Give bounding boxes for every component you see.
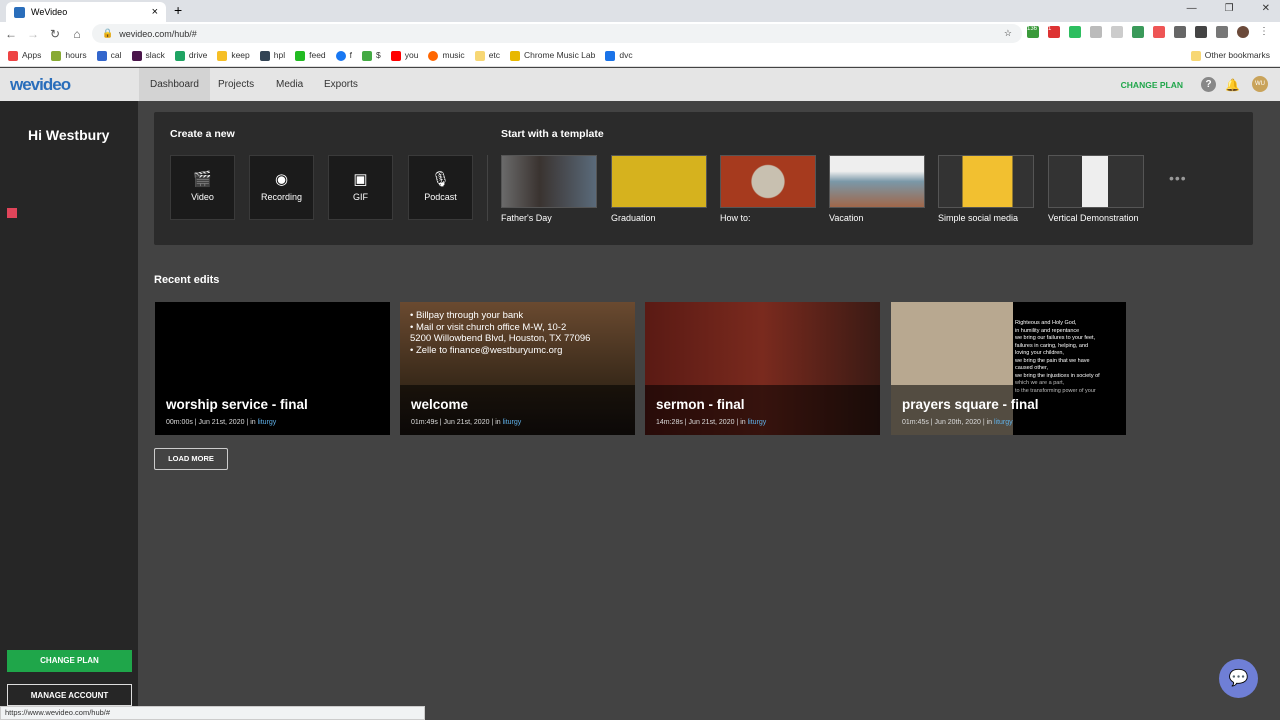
recent-edit-card[interactable]: sermon - final 14m:28s | Jun 21st, 2020 |… xyxy=(645,302,880,435)
forward-icon[interactable]: → xyxy=(22,27,44,41)
bookmark-item[interactable]: Apps xyxy=(8,50,41,61)
record-icon: ◉ xyxy=(274,171,289,188)
lock-icon: 🔒 xyxy=(102,28,114,38)
bookmark-item[interactable]: drive xyxy=(174,50,207,61)
tab-title: WeVideo xyxy=(31,7,68,17)
bookmark-item[interactable]: hours xyxy=(51,50,87,61)
create-recording-button[interactable]: ◉ Recording xyxy=(249,155,314,220)
more-templates-icon[interactable]: ••• xyxy=(1169,170,1187,186)
back-icon[interactable]: ← xyxy=(0,27,22,41)
extension-icon[interactable] xyxy=(1132,26,1144,38)
microphone-icon: 🎙 xyxy=(430,171,451,188)
folder-link[interactable]: liturgy xyxy=(503,419,522,426)
browser-tab[interactable]: WeVideo × xyxy=(6,2,166,22)
close-window-icon[interactable]: ✕ xyxy=(1262,3,1270,14)
greeting: Hi Westbury xyxy=(28,127,110,143)
bookmark-item[interactable]: feed xyxy=(295,50,326,61)
folder-link[interactable]: liturgy xyxy=(258,419,277,426)
notification-marker xyxy=(7,208,17,218)
restore-icon[interactable]: ❐ xyxy=(1225,3,1234,14)
extension-icon[interactable] xyxy=(1153,26,1165,38)
pocket-icon[interactable] xyxy=(1090,26,1102,38)
bookmark-item[interactable]: slack xyxy=(131,50,165,61)
template-how-to[interactable]: How to: xyxy=(720,155,816,223)
status-bar-url: https://www.wevideo.com/hub/# xyxy=(0,706,425,720)
template-vacation[interactable]: Vacation xyxy=(829,155,925,223)
url-bar[interactable]: 🔒 wevideo.com/hub/# ☆ xyxy=(92,24,1022,43)
bookmark-item[interactable]: keep xyxy=(217,50,250,61)
evernote-icon[interactable] xyxy=(1069,26,1081,38)
minimize-icon[interactable]: — xyxy=(1187,3,1197,14)
bookmark-item[interactable]: you xyxy=(390,50,418,61)
star-icon[interactable]: ☆ xyxy=(1004,28,1012,39)
folder-link[interactable]: liturgy xyxy=(748,419,767,426)
manage-account-button[interactable]: MANAGE ACCOUNT xyxy=(7,684,132,706)
nav-projects[interactable]: Projects xyxy=(207,68,265,101)
profile-avatar[interactable] xyxy=(1237,26,1249,38)
wevideo-logo[interactable]: wevideo xyxy=(10,75,71,95)
bell-icon[interactable]: 🔔 xyxy=(1225,78,1240,92)
bookmark-item[interactable]: music xyxy=(428,50,465,61)
folder-link[interactable]: liturgy xyxy=(994,419,1013,426)
home-icon[interactable]: ⌂ xyxy=(66,27,88,41)
template-heading: Start with a template xyxy=(501,128,604,140)
help-icon[interactable]: ? xyxy=(1201,77,1216,92)
bookmark-item[interactable]: $ xyxy=(362,50,381,61)
browser-tab-strip: WeVideo × + — ❐ ✕ xyxy=(0,0,1280,22)
app-header: wevideo Dashboard Projects Media Exports… xyxy=(0,68,1280,101)
create-heading: Create a new xyxy=(170,128,235,140)
address-toolbar: ← → ↻ ⌂ 🔒 wevideo.com/hub/# ☆ 136 1 ⋮ xyxy=(0,22,1280,45)
user-avatar[interactable]: WU xyxy=(1252,76,1268,92)
recent-edits-heading: Recent edits xyxy=(154,274,220,286)
extension-icon[interactable] xyxy=(1111,26,1123,38)
create-gif-button[interactable]: ▣ GIF xyxy=(328,155,393,220)
gif-icon: ▣ xyxy=(353,171,368,188)
chat-icon[interactable]: 💬 xyxy=(1219,659,1258,698)
bookmark-item[interactable]: Chrome Music Lab xyxy=(510,50,595,61)
other-bookmarks[interactable]: Other bookmarks xyxy=(1190,50,1270,61)
sidebar: Hi Westbury CHANGE PLAN MANAGE ACCOUNT xyxy=(0,101,138,720)
bookmark-folder[interactable]: etc xyxy=(474,50,500,61)
template-simple-social-media[interactable]: Simple social media xyxy=(938,155,1034,223)
divider xyxy=(487,155,488,221)
close-tab-icon[interactable]: × xyxy=(152,6,158,18)
puzzle-icon[interactable] xyxy=(1195,26,1207,38)
extension-icon[interactable]: 136 xyxy=(1027,26,1039,38)
recent-edit-card[interactable]: worship service - final 00m:00s | Jun 21s… xyxy=(155,302,390,435)
url-text: wevideo.com/hub/# xyxy=(119,28,197,39)
extension-icon[interactable]: 1 xyxy=(1048,26,1060,38)
create-panel: Create a new 🎬 Video ◉ Recording ▣ GIF 🎙 Pod… xyxy=(154,112,1253,245)
extension-icon[interactable] xyxy=(1174,26,1186,38)
menu-icon[interactable]: ⋮ xyxy=(1258,26,1270,38)
reload-icon[interactable]: ↻ xyxy=(44,27,66,41)
bookmark-item[interactable]: dvc xyxy=(605,50,633,61)
bookmark-item[interactable]: f xyxy=(335,50,352,61)
nav-media[interactable]: Media xyxy=(265,68,314,101)
bookmark-item[interactable]: cal xyxy=(96,50,122,61)
recent-edit-card[interactable]: • Billpay through your bank • Mail or vis… xyxy=(400,302,635,435)
change-plan-link[interactable]: CHANGE PLAN xyxy=(1121,80,1183,90)
clapperboard-icon: 🎬 xyxy=(193,171,212,188)
create-video-button[interactable]: 🎬 Video xyxy=(170,155,235,220)
recent-edit-card[interactable]: Righteous and Holy God, in humility and r… xyxy=(891,302,1126,435)
template-fathers-day[interactable]: Father's Day xyxy=(501,155,597,223)
load-more-button[interactable]: LOAD MORE xyxy=(154,448,228,470)
bookmark-item[interactable]: hpl xyxy=(259,50,285,61)
change-plan-button[interactable]: CHANGE PLAN xyxy=(7,650,132,672)
nav-dashboard[interactable]: Dashboard xyxy=(139,68,210,101)
extensions: 136 1 ⋮ xyxy=(1027,26,1270,38)
template-graduation[interactable]: Graduation xyxy=(611,155,707,223)
new-tab-button[interactable]: + xyxy=(174,2,182,18)
template-vertical-demonstration[interactable]: Vertical Demonstration xyxy=(1048,155,1144,223)
media-icon[interactable] xyxy=(1216,26,1228,38)
wevideo-favicon xyxy=(14,6,25,18)
create-podcast-button[interactable]: 🎙 Podcast xyxy=(408,155,473,220)
bookmarks-bar: Apps hours cal slack drive keep hpl feed… xyxy=(0,45,1280,67)
nav-exports[interactable]: Exports xyxy=(313,68,369,101)
